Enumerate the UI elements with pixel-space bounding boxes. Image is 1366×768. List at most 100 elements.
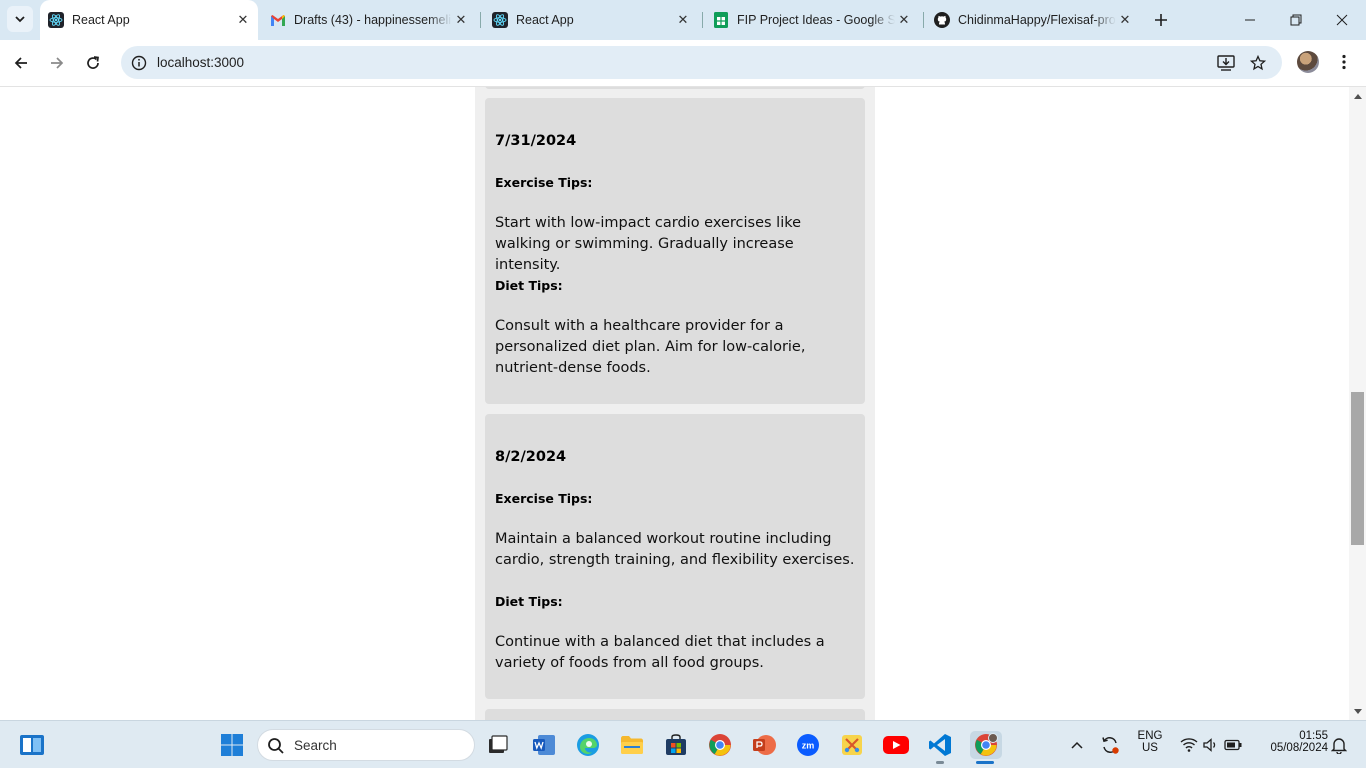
microsoft-store-app[interactable]: [662, 731, 690, 759]
active-indicator: [976, 761, 994, 764]
running-indicator: [936, 761, 944, 764]
url-text[interactable]: localhost:3000: [157, 55, 244, 70]
close-window-button[interactable]: [1319, 0, 1365, 40]
react-icon: [48, 12, 64, 28]
install-app-icon[interactable]: [1215, 52, 1237, 74]
windows-logo-icon: [221, 734, 243, 756]
chrome-app[interactable]: [706, 731, 734, 759]
reload-button[interactable]: [80, 50, 106, 76]
close-icon[interactable]: ✕: [895, 11, 913, 29]
google-sheets-icon: [713, 12, 729, 28]
zoom-icon: zm: [797, 734, 819, 756]
youtube-icon: [883, 736, 909, 754]
previous-card-bottom: [485, 87, 865, 89]
close-icon[interactable]: ✕: [674, 11, 692, 29]
chevron-down-icon: [15, 16, 25, 23]
search-icon: [268, 738, 284, 754]
page-viewport: 7/31/2024 Exercise Tips: Start with low-…: [0, 87, 1349, 720]
battery-icon: [1224, 739, 1242, 751]
taskbar-search-box[interactable]: Search: [257, 729, 475, 761]
arrow-right-icon: [51, 57, 64, 69]
tip-card: 7/31/2024 Exercise Tips: Start with low-…: [485, 98, 865, 404]
close-icon: [1336, 14, 1348, 26]
exercise-tips-label: Exercise Tips:: [495, 491, 593, 506]
tip-card: 8/2/2024 Exercise Tips: Maintain a balan…: [485, 414, 865, 699]
tab-strip: React App ✕ Drafts (43) - happinessemeli…: [0, 0, 1366, 40]
scroll-thumb[interactable]: [1351, 392, 1364, 545]
new-tab-button[interactable]: [1150, 9, 1172, 31]
tip-date: 7/31/2024: [495, 133, 577, 149]
tab-gmail-drafts[interactable]: Drafts (43) - happinessemeli ✕: [262, 6, 476, 34]
widgets-button[interactable]: [18, 731, 46, 759]
forward-button[interactable]: [44, 50, 70, 76]
profile-avatar[interactable]: [1297, 51, 1319, 73]
back-button[interactable]: [8, 50, 34, 76]
tab-react-app-active[interactable]: React App ✕: [40, 0, 258, 40]
diet-tips-label: Diet Tips:: [495, 594, 563, 609]
store-icon: [666, 734, 686, 755]
diet-tips-text: Continue with a balanced diet that inclu…: [495, 634, 825, 671]
tab-title: Drafts (43) - happinessemeli: [294, 13, 452, 27]
site-info-icon[interactable]: [129, 53, 148, 72]
tab-title: React App: [516, 13, 574, 27]
exercise-tips-text: Start with low-impact cardio exercises l…: [495, 215, 802, 273]
scroll-up-arrow[interactable]: [1349, 87, 1366, 104]
keyboard-region: US: [1142, 742, 1158, 754]
clock-time: 01:55: [1299, 730, 1328, 742]
language-indicator[interactable]: ENG US: [1132, 730, 1168, 754]
sync-status-button[interactable]: [1098, 731, 1122, 759]
clock-date: 05/08/2024: [1270, 742, 1328, 754]
scroll-down-arrow[interactable]: [1349, 703, 1366, 720]
tab-separator: [480, 12, 481, 28]
react-icon: [492, 12, 508, 28]
page-scrollbar[interactable]: [1349, 87, 1366, 720]
tab-search-button[interactable]: [7, 6, 33, 32]
chrome-profile-app[interactable]: [970, 731, 1002, 759]
close-icon[interactable]: ✕: [1116, 11, 1134, 29]
arrow-left-icon: [14, 57, 27, 69]
vscode-app[interactable]: [926, 731, 954, 759]
volume-icon: [1203, 738, 1216, 752]
tab-github[interactable]: ChidinmaHappy/Flexisaf-pro ✕: [926, 6, 1140, 34]
browser-menu-button[interactable]: [1333, 51, 1355, 73]
show-hidden-icons-button[interactable]: [1066, 731, 1088, 759]
wifi-icon: [1180, 738, 1198, 752]
minimize-button[interactable]: [1227, 0, 1273, 40]
restore-button[interactable]: [1273, 0, 1319, 40]
word-icon: [533, 735, 555, 755]
zoom-app[interactable]: zm: [794, 731, 822, 759]
word-app[interactable]: [530, 731, 558, 759]
browser-toolbar: localhost:3000: [0, 40, 1366, 87]
tab-react-app[interactable]: React App ✕: [484, 6, 698, 34]
bookmark-star-icon[interactable]: [1247, 52, 1269, 74]
edge-app[interactable]: [574, 731, 602, 759]
snipping-app[interactable]: [838, 731, 866, 759]
chrome-icon: [975, 733, 998, 756]
github-icon: [934, 12, 950, 28]
address-bar[interactable]: localhost:3000: [121, 46, 1282, 79]
file-explorer-app[interactable]: [618, 731, 646, 759]
search-placeholder: Search: [294, 738, 337, 753]
close-icon[interactable]: ✕: [234, 11, 252, 29]
tab-separator: [702, 12, 703, 28]
tab-fip-project-ideas[interactable]: FIP Project Ideas - Google Sh ✕: [705, 6, 919, 34]
quick-settings-button[interactable]: [1176, 731, 1246, 759]
reload-icon: [87, 56, 99, 69]
next-tip-card: [485, 709, 865, 720]
tab-title: React App: [72, 13, 130, 27]
exercise-tips-text: Maintain a balanced workout routine incl…: [495, 531, 855, 568]
folder-icon: [621, 736, 643, 754]
restore-icon: [1290, 14, 1302, 26]
tab-title: ChidinmaHappy/Flexisaf-pro: [958, 13, 1116, 27]
language-code: ENG: [1137, 730, 1163, 742]
tips-column: 7/31/2024 Exercise Tips: Start with low-…: [475, 87, 875, 720]
task-view-button[interactable]: [484, 731, 512, 759]
notifications-button[interactable]: [1328, 731, 1350, 759]
snipping-tool-icon: [842, 735, 862, 755]
start-button[interactable]: [218, 731, 246, 759]
youtube-app[interactable]: [882, 731, 910, 759]
close-icon[interactable]: ✕: [452, 11, 470, 29]
powerpoint-app[interactable]: [750, 731, 778, 759]
clock[interactable]: 01:55 05/08/2024: [1256, 730, 1328, 754]
svg-text:zm: zm: [802, 741, 815, 751]
